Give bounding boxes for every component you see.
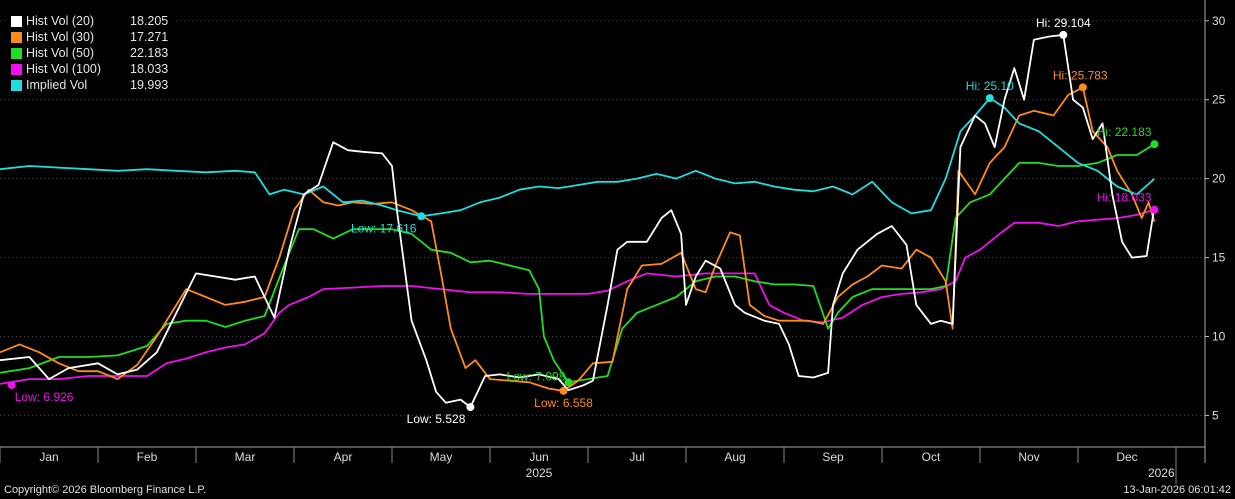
legend-series-name: Implied Vol: [26, 78, 88, 92]
x-tick-label: Apr: [334, 450, 353, 464]
legend-series-name: Hist Vol (30): [26, 30, 95, 44]
high-marker-label: Hi: 25.783: [1053, 68, 1108, 82]
x-tick-label: Dec: [1116, 450, 1137, 464]
y-tick-label: 25: [1212, 93, 1226, 107]
low-marker-dot: [7, 381, 16, 390]
low-marker-label: Low: 6.558: [534, 396, 593, 410]
low-marker-dot: [417, 212, 426, 221]
volatility-chart: 51015202530Jan Feb Mar Apr May Jun Jul Aug Sep Oc…: [0, 0, 1226, 484]
legend-series-value: 18.205: [130, 14, 169, 28]
x-tick-label: Nov: [1018, 450, 1039, 464]
high-marker-label: Hi: 29.104: [1036, 16, 1091, 30]
legend-entry-hv50: Hist Vol (50) 22.183: [11, 45, 168, 61]
year-label: 2026: [1148, 466, 1175, 480]
high-marker-dot: [1059, 30, 1068, 39]
low-marker-dot: [564, 378, 573, 387]
y-tick-label: 30: [1212, 14, 1226, 28]
x-tick-label: Feb: [137, 450, 158, 464]
legend-entry-hv20: Hist Vol (20) 18.205: [11, 13, 168, 29]
high-marker-dot: [1150, 205, 1159, 214]
gridlines: [0, 20, 1205, 416]
series-line-1: [0, 86, 1156, 392]
legend-swatch: [11, 79, 22, 91]
legend-series-name: Hist Vol (100): [26, 62, 102, 76]
legend-series-name: Hist Vol (50): [26, 46, 95, 60]
x-tick-label: Jan: [39, 450, 58, 464]
x-tick-label: Oct: [922, 450, 941, 464]
low-marker-dot: [466, 403, 475, 412]
low-marker-label: Low: 5.528: [407, 412, 466, 426]
x-tick-label: Mar: [235, 450, 256, 464]
x-tick-label: Sep: [822, 450, 844, 464]
year-label: 2025: [526, 466, 553, 480]
axes: 51015202530Jan Feb Mar Apr May Jun Jul Aug Sep Oc…: [0, 0, 1226, 484]
legend-series-value: 17.271: [130, 30, 169, 44]
y-tick-label: 20: [1212, 172, 1226, 186]
high-marker-label: Hi: 18.033: [1097, 191, 1152, 205]
x-tick-label: Jul: [629, 450, 644, 464]
legend-swatch: [11, 63, 22, 75]
high-marker-dot: [1150, 140, 1159, 149]
high-marker-dot: [985, 94, 994, 103]
legend-swatch: [11, 15, 22, 27]
y-tick-label: 5: [1212, 408, 1219, 422]
x-tick-label: Jun: [529, 450, 548, 464]
y-tick-label: 10: [1212, 330, 1226, 344]
legend-entry-hv100: Hist Vol (100) 18.033: [11, 61, 168, 77]
legend: Hist Vol (20) 18.205 Hist Vol (30) 17.27…: [5, 10, 175, 97]
legend-swatch: [11, 31, 22, 43]
legend-swatch: [11, 47, 22, 59]
series-line-3: [0, 208, 1155, 385]
high-marker-label: Hi: 22.183: [1097, 125, 1152, 139]
low-marker-dot: [559, 386, 568, 395]
low-marker-label: Low: 17.616: [351, 221, 417, 235]
legend-series-value: 19.993: [130, 78, 169, 92]
x-tick-label: May: [430, 450, 453, 464]
hi-low-markers: Low: 5.528 Hi: 29.104 Low: 6.558 Hi: 25.783…: [7, 16, 1159, 426]
timestamp-text: 13-Jan-2026 06:01:42: [1123, 484, 1231, 496]
high-marker-label: Hi: 25.10: [966, 79, 1014, 93]
legend-entry-hv30: Hist Vol (30) 17.271: [11, 29, 168, 45]
low-marker-label: Low: 7.098: [507, 369, 566, 383]
copyright-text: Copyright© 2026 Bloomberg Finance L.P.: [4, 484, 207, 496]
legend-series-value: 22.183: [130, 46, 169, 60]
legend-series-name: Hist Vol (20): [26, 14, 95, 28]
legend-entry-implied: Implied Vol 19.993: [11, 77, 168, 93]
x-tick-label: Aug: [724, 450, 745, 464]
y-tick-label: 15: [1212, 251, 1226, 265]
high-marker-dot: [1078, 83, 1087, 92]
legend-series-value: 18.033: [130, 62, 169, 76]
low-marker-label: Low: 6.926: [15, 390, 74, 404]
